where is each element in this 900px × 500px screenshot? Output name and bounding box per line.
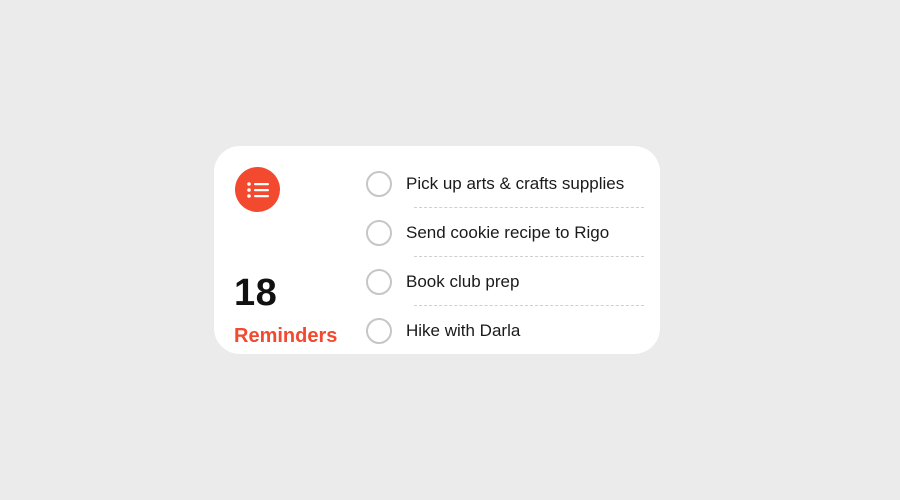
list-name: Reminders — [234, 325, 338, 347]
reminder-item[interactable]: Book club prep — [364, 257, 644, 306]
reminder-list: Pick up arts & crafts supplies Send cook… — [364, 159, 644, 355]
complete-checkbox[interactable] — [366, 268, 392, 295]
reminder-title: Pick up arts & crafts supplies — [406, 173, 625, 193]
reminder-item[interactable]: Send cookie recipe to Rigo — [364, 208, 644, 257]
complete-checkbox[interactable] — [366, 219, 392, 246]
reminder-title: Send cookie recipe to Rigo — [406, 222, 610, 242]
reminder-item[interactable]: Pick up arts & crafts supplies — [364, 159, 644, 208]
reminders-widget[interactable]: 18 Reminders Pick up arts & crafts suppl… — [214, 146, 660, 354]
list-icon — [235, 167, 280, 212]
reminder-item[interactable]: Hike with Darla — [364, 306, 644, 355]
complete-checkbox[interactable] — [366, 317, 392, 344]
reminder-title: Book club prep — [406, 271, 520, 291]
complete-checkbox[interactable] — [366, 170, 392, 197]
reminder-count: 18 — [234, 272, 278, 314]
reminder-title: Hike with Darla — [406, 320, 521, 340]
